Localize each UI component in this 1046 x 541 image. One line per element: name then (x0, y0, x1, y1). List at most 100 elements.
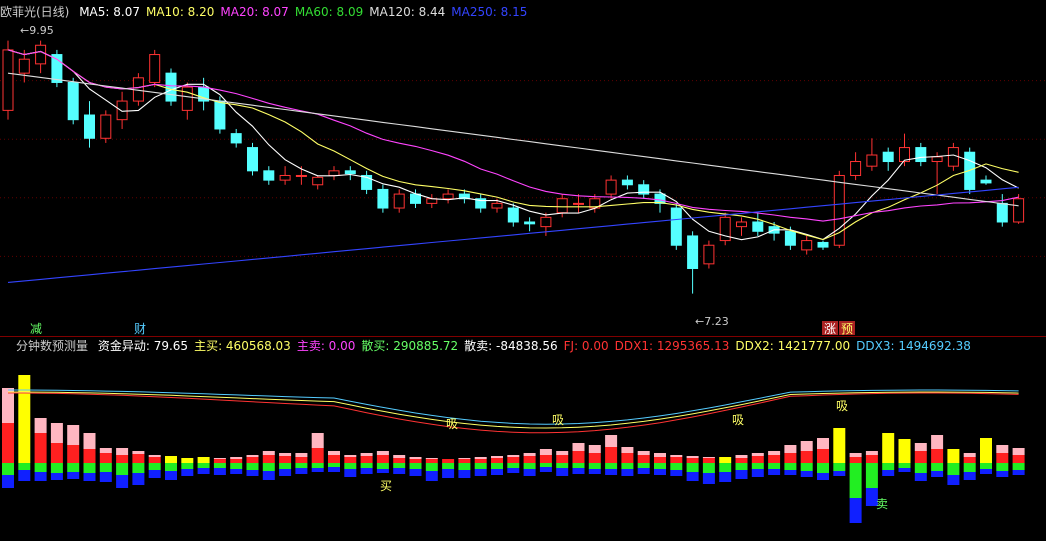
yellow-bar (882, 433, 895, 463)
red-bar (213, 459, 226, 463)
red-bar (295, 457, 308, 463)
blue-bar (328, 467, 340, 472)
pink-bar (931, 435, 944, 449)
candle-body (866, 154, 878, 167)
blue-bar (2, 475, 14, 488)
green-bar (67, 463, 80, 472)
pink-bar (572, 443, 585, 451)
low-marker: ←7.23 (695, 315, 729, 328)
blue-bar (197, 468, 210, 474)
pink-bar (621, 447, 634, 453)
green-bar (376, 463, 389, 469)
blue-bar (279, 469, 292, 476)
pink-bar (99, 448, 112, 453)
candle-body (116, 100, 128, 121)
pink-bar (116, 448, 129, 455)
absorb-marker: 吸 (446, 417, 458, 431)
pink-bar (963, 453, 976, 457)
red-bar (262, 455, 275, 463)
red-bar (963, 457, 976, 463)
candle-body (621, 179, 633, 186)
pink-bar (67, 425, 80, 445)
pink-bar (474, 457, 487, 459)
candle-body (540, 216, 552, 228)
pink-bar (686, 456, 699, 458)
blue-bar (670, 470, 683, 476)
green-bar (702, 463, 715, 473)
pink-bar (865, 451, 878, 455)
blue-bar (116, 475, 129, 488)
candle-body (410, 193, 421, 204)
blue-bar (360, 468, 373, 474)
green-bar (882, 463, 895, 470)
pink-bar (768, 451, 781, 455)
green-bar (148, 463, 161, 470)
green-bar (784, 463, 797, 470)
candle-body (84, 114, 95, 139)
price-chart[interactable]: ←9.95 ←7.23 减 财 涨预 (0, 0, 1046, 336)
candle-body (996, 202, 1008, 223)
candle-body (2, 49, 14, 111)
green-bar (996, 463, 1009, 471)
pink-bar (588, 445, 601, 453)
indicator-chart[interactable]: 吸吸吸吸买卖 (0, 336, 1046, 532)
pink-bar (458, 458, 471, 459)
blue-bar (556, 468, 569, 476)
blue-bar (849, 498, 862, 523)
green-bar (768, 463, 781, 469)
blue-bar (83, 473, 96, 481)
candle-body (784, 230, 796, 246)
red-bar (360, 456, 373, 463)
blue-bar (931, 471, 944, 477)
blue-bar (213, 468, 226, 475)
green-bar (849, 463, 862, 498)
red-bar (800, 451, 813, 463)
blue-bar (784, 470, 797, 475)
red-bar (491, 458, 503, 463)
green-bar (980, 463, 992, 469)
red-bar (768, 455, 781, 463)
pink-bar (539, 449, 552, 455)
candle-body (263, 170, 275, 181)
pink-bar (914, 443, 927, 451)
event-tag: 减 (30, 322, 42, 336)
candle-body (67, 81, 79, 121)
candle-body (35, 44, 47, 65)
candle-body (833, 174, 845, 246)
blue-bar (458, 470, 471, 478)
blue-bar (621, 469, 634, 476)
green-bar (295, 463, 308, 468)
candle-body (442, 193, 454, 200)
candle-body (312, 176, 324, 186)
pink-bar (34, 418, 47, 433)
red-bar (914, 451, 927, 463)
pink-bar (817, 438, 829, 449)
pink-bar (425, 458, 438, 459)
green-bar (947, 463, 960, 475)
red-bar (246, 457, 259, 463)
green-bar (751, 463, 764, 469)
blue-bar (34, 472, 47, 481)
blue-bar (507, 468, 520, 473)
candle-body (687, 235, 699, 269)
red-bar (2, 423, 14, 463)
blue-bar (165, 471, 177, 480)
candle-body (230, 133, 242, 144)
red-bar (458, 459, 471, 463)
green-bar (474, 463, 487, 469)
candle-body (670, 207, 682, 246)
red-bar (474, 459, 487, 463)
blue-bar (719, 472, 732, 482)
candle-body (18, 58, 30, 74)
red-bar (311, 448, 324, 463)
pink-bar (702, 457, 715, 458)
candle-body (931, 156, 943, 163)
blue-bar (588, 469, 601, 474)
blue-bar (702, 473, 715, 484)
green-bar (719, 463, 732, 472)
green-bar (344, 463, 357, 469)
candle-body (556, 198, 568, 214)
pink-bar (393, 455, 406, 458)
pink-bar (376, 451, 389, 455)
yellow-bar (719, 457, 732, 463)
